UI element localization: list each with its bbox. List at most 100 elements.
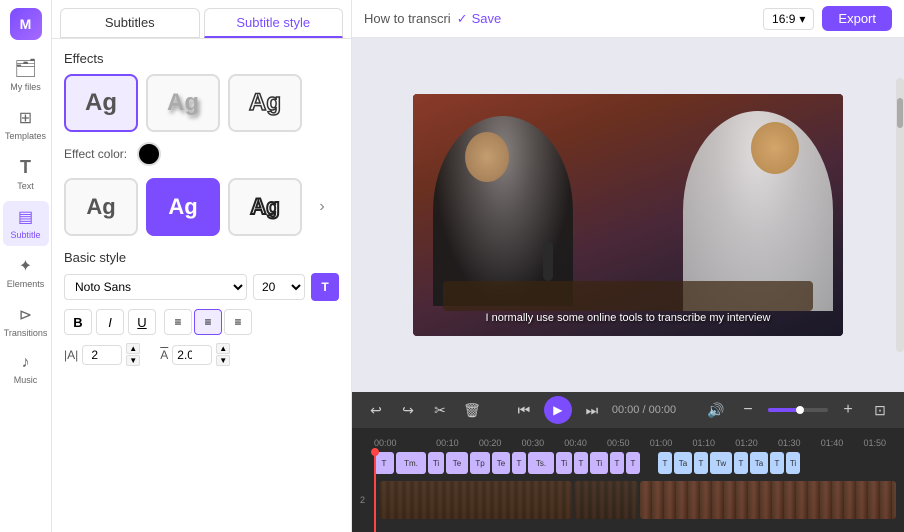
redo-btn[interactable]: ↪ [396,398,420,422]
preview: I normally use some online tools to tran… [352,38,904,392]
clip[interactable]: T [734,452,748,474]
header-right: 16:9 ▾ Export [763,6,892,31]
clip[interactable]: Te [446,452,468,474]
effects-label: Effects [64,51,339,66]
letter-spacing-input[interactable] [82,345,122,365]
clip[interactable]: T [574,452,588,474]
tab-subtitle-style[interactable]: Subtitle style [204,8,344,38]
zoom-slider[interactable] [768,408,828,412]
align-center-btn[interactable]: ≡ [194,309,222,335]
clip[interactable]: Te [492,452,510,474]
text-color-btn[interactable]: T [311,273,339,301]
music-icon: ♪ [22,354,30,372]
skip-fwd-btn[interactable]: ⏭ [580,398,604,422]
clip[interactable]: T [770,452,784,474]
align-left-btn[interactable]: ≡ [164,309,192,335]
video-background: I normally use some online tools to tran… [413,94,843,336]
font-select[interactable]: Noto Sans Arial Roboto [64,274,247,300]
sidebar-item-templates[interactable]: ⊞ Templates [3,102,49,147]
line-spacing-input[interactable] [172,345,212,365]
files-icon: 🗂 [14,58,37,79]
tab-subtitles[interactable]: Subtitles [60,8,200,38]
clip[interactable]: T [694,452,708,474]
clip[interactable]: Ts. [528,452,554,474]
scroll-thumb[interactable] [897,98,903,128]
subtitle-track-1: T Tm. Ti Te Tp Te T Ts. Ti T Ti T T T Ta… [352,448,904,478]
bold-btn[interactable]: B [64,309,92,335]
clip[interactable]: T [512,452,526,474]
clip[interactable]: Ta [750,452,768,474]
transitions-icon: ⊳ [19,305,32,325]
clip[interactable]: Tm. [396,452,426,474]
letter-spacing-field: |A| ▲ ▼ [64,343,140,366]
save-btn[interactable]: ✓ Save [457,11,502,27]
skip-back-btn[interactable]: ⏮ [512,398,536,422]
line-spacing-up[interactable]: ▲ [216,343,230,354]
underline-btn[interactable]: U [128,309,156,335]
letter-spacing-up[interactable]: ▲ [126,343,140,354]
video-clip-1[interactable] [380,481,572,519]
zoom-out-btn[interactable]: − [736,398,760,422]
effect-color-picker[interactable] [137,142,161,166]
timeline-center-controls: ⏮ ▶ ⏭ 00:00 / 00:00 [512,396,676,424]
time-display: 00:00 / 00:00 [612,404,676,416]
clip[interactable]: Ti [590,452,608,474]
volume-btn[interactable]: 🔊 [704,398,728,422]
clip[interactable]: Ti [786,452,800,474]
sidebar: M 🗂 My files ⊞ Templates T Text ▤ Subtit… [0,0,52,532]
delete-btn[interactable]: 🗑 [460,398,484,422]
letter-spacing-label: |A| [64,348,78,362]
style-plain[interactable]: Ag [64,178,138,236]
style-more-btn[interactable]: › [310,195,334,219]
clip[interactable]: T [610,452,624,474]
sidebar-item-label: Transitions [4,328,48,338]
scroll-bar[interactable] [896,78,904,352]
fit-btn[interactable]: ⊡ [868,398,892,422]
subtitle-icon: ▤ [18,207,33,227]
effects-grid: Ag Ag Ag [64,74,339,132]
align-right-btn[interactable]: ≡ [224,309,252,335]
clip[interactable]: T [626,452,640,474]
track-1-clips: T Tm. Ti Te Tp Te T Ts. Ti T Ti T T T Ta… [374,452,896,474]
cut-btn[interactable]: ✂ [428,398,452,422]
clip[interactable]: Tp [470,452,490,474]
sidebar-item-music[interactable]: ♪ Music [3,348,49,391]
clip[interactable]: T [658,452,672,474]
aspect-ratio-selector[interactable]: 16:9 ▾ [763,8,814,30]
letter-spacing-down[interactable]: ▼ [126,355,140,366]
panel-content: Effects Ag Ag Ag Effect color: Ag Ag [52,39,351,532]
playhead[interactable] [374,448,376,532]
line-spacing-down[interactable]: ▼ [216,355,230,366]
play-btn[interactable]: ▶ [544,396,572,424]
italic-btn[interactable]: I [96,309,124,335]
sidebar-item-label: Music [14,375,38,385]
text-icon: T [20,157,31,178]
export-btn[interactable]: Export [822,6,892,31]
video-clip-3[interactable] [640,481,896,519]
sidebar-item-my-files[interactable]: 🗂 My files [3,52,49,98]
effect-plain[interactable]: Ag [64,74,138,132]
video-clip-2[interactable] [574,481,638,519]
sidebar-item-subtitle[interactable]: ▤ Subtitle [3,201,49,246]
ruler-marks: 00:00 00:10 00:20 00:30 00:40 00:50 01:0… [374,438,896,448]
effect-outline[interactable]: Ag [228,74,302,132]
effect-shadow[interactable]: Ag [146,74,220,132]
style-purple[interactable]: Ag [146,178,220,236]
sidebar-item-elements[interactable]: ✦ Elements [3,250,49,295]
panel-tabs: Subtitles Subtitle style [52,0,351,39]
clip[interactable]: Ti [556,452,572,474]
timeline: ↩ ↪ ✂ 🗑 ⏮ ▶ ⏭ 00:00 / 00:00 🔊 − [352,392,904,532]
sidebar-item-text[interactable]: T Text [3,151,49,197]
video-clips [372,481,904,519]
align-group: ≡ ≡ ≡ [164,309,252,335]
clip[interactable]: Ta [674,452,692,474]
playhead-handle[interactable] [371,448,379,456]
zoom-in-btn[interactable]: + [836,398,860,422]
zoom-thumb[interactable] [796,406,804,414]
sidebar-item-transitions[interactable]: ⊳ Transitions [3,299,49,344]
clip[interactable]: Tw [710,452,732,474]
undo-btn[interactable]: ↩ [364,398,388,422]
clip[interactable]: Ti [428,452,444,474]
style-bold-outline[interactable]: Ag [228,178,302,236]
font-size-select[interactable]: 20 16 24 32 [253,274,305,300]
